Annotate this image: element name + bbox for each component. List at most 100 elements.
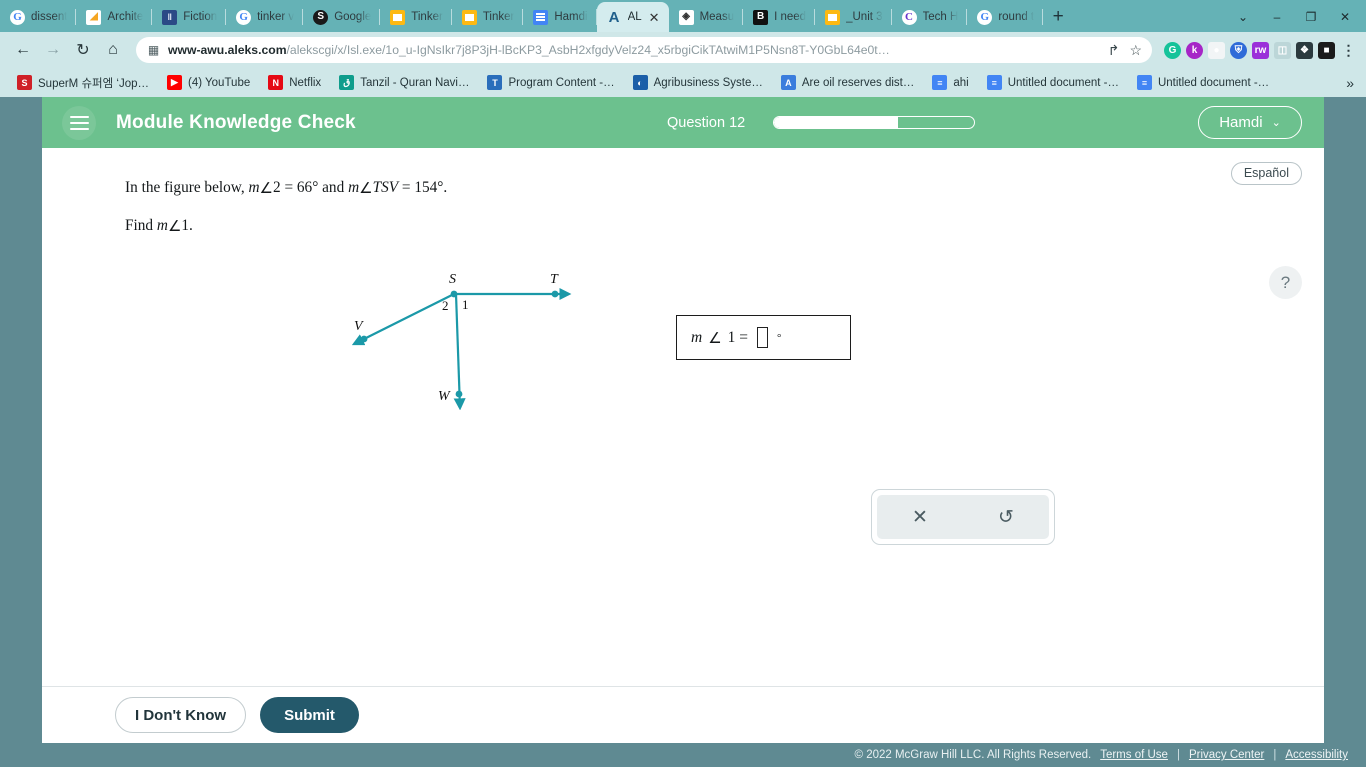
footer-link[interactable]: Terms of Use bbox=[1100, 749, 1168, 761]
url-path: /alekscgi/x/Isl.exe/1o_u-IgNsIkr7j8P3jH-… bbox=[286, 43, 890, 57]
undo-button[interactable]: ↺ bbox=[963, 495, 1049, 539]
label-angle-2: 2 bbox=[442, 298, 449, 313]
new-tab-button[interactable]: + bbox=[1043, 2, 1073, 32]
bookmark-label: ahi bbox=[953, 76, 969, 89]
bookmarks-overflow-button[interactable]: » bbox=[1346, 75, 1358, 91]
bookmark-item[interactable]: T Program Content -… bbox=[478, 75, 623, 90]
point-w bbox=[455, 390, 463, 398]
browser-tab[interactable]: Tinker bbox=[452, 2, 524, 32]
tab-title: Tinker bbox=[411, 11, 443, 23]
bookmark-item[interactable]: ≡ ahi bbox=[923, 75, 977, 90]
browser-tab[interactable]: A ALE ✕ bbox=[596, 2, 669, 32]
browser-tab[interactable]: _Unit 3 bbox=[815, 2, 892, 32]
bookmark-item[interactable]: S SuperM 슈퍼엠 ‘Jop… bbox=[8, 75, 158, 91]
back-icon[interactable]: ← bbox=[9, 36, 37, 64]
site-info-icon[interactable]: ▦ bbox=[147, 44, 160, 57]
browser-tab[interactable]: Hamdi bbox=[523, 2, 597, 32]
tab-title: _Unit 3 bbox=[846, 11, 883, 23]
bookmark-favicon: ≡ bbox=[1136, 75, 1152, 90]
bookmark-label: Program Content -… bbox=[508, 76, 615, 89]
answer-value-field[interactable] bbox=[757, 327, 769, 349]
browser-tab[interactable]: S Google bbox=[303, 2, 381, 32]
extensions-strip: Gk ● ⛨ rw ◫ ❖ ■ ⋮ bbox=[1160, 41, 1357, 59]
shield-extension[interactable]: ⛨ bbox=[1230, 41, 1247, 59]
q-text-a: In the figure below, bbox=[125, 179, 249, 196]
bookmark-item[interactable]: ≡ Untitled document -… bbox=[1128, 75, 1278, 90]
bookmark-star-icon[interactable]: ☆ bbox=[1129, 42, 1142, 59]
help-icon[interactable]: ? bbox=[1269, 266, 1302, 299]
bookmark-favicon: S bbox=[17, 75, 32, 90]
browser-tab[interactable]: Ground t bbox=[967, 2, 1043, 32]
tab-search-icon[interactable]: ⌄ bbox=[1228, 3, 1258, 31]
minimize-button[interactable]: – bbox=[1262, 3, 1292, 31]
browser-tab[interactable]: ‖ Fiction bbox=[152, 2, 226, 32]
extensions-puzzle-icon[interactable]: ❖ bbox=[1296, 41, 1313, 59]
footer-link[interactable]: Privacy Center bbox=[1189, 749, 1264, 761]
bookmark-label: Untitled document -… bbox=[1157, 76, 1270, 89]
grammarly-extension[interactable]: G bbox=[1164, 41, 1181, 59]
progress-bar bbox=[773, 116, 976, 129]
address-bar[interactable]: ▦ www-awu.aleks.com/alekscgi/x/Isl.exe/1… bbox=[136, 37, 1152, 63]
geometry-figure: S T V W 2 1 bbox=[332, 260, 582, 415]
tab-title: tinker v bbox=[257, 11, 295, 23]
bookmark-label: Agribusiness Syste… bbox=[653, 76, 763, 89]
bookmark-item[interactable]: ▶ (4) YouTube bbox=[158, 75, 259, 90]
forward-icon[interactable]: → bbox=[39, 36, 67, 64]
footer-divider: | bbox=[1273, 749, 1277, 761]
tab-title: Google bbox=[334, 11, 372, 23]
angle-symbol-icon: ∠ bbox=[708, 331, 722, 347]
submit-button[interactable]: Submit bbox=[260, 697, 359, 733]
browser-tab[interactable]: C Tech H bbox=[892, 2, 968, 32]
tab-title: ALE bbox=[627, 11, 642, 23]
bookmark-favicon: ≡ bbox=[932, 75, 948, 90]
edge-icon: C bbox=[901, 9, 917, 25]
q-text-d: = 154°. bbox=[398, 179, 448, 196]
maximize-restore-button[interactable]: ❐ bbox=[1296, 3, 1326, 31]
label-w: W bbox=[438, 389, 451, 404]
degree-symbol: ° bbox=[777, 331, 782, 344]
footer-link[interactable]: Accessibility bbox=[1285, 749, 1348, 761]
bookmark-item[interactable]: ق Tanzil - Quran Navi… bbox=[330, 75, 478, 90]
close-tab-icon[interactable]: ✕ bbox=[649, 11, 660, 24]
bookmark-item[interactable]: ≡ Untitled document -… bbox=[978, 75, 1128, 90]
home-icon[interactable]: ⌂ bbox=[99, 36, 127, 64]
user-menu-button[interactable]: Hamdi ⌄ bbox=[1198, 106, 1302, 139]
bookmark-item[interactable]: N Netflix bbox=[259, 75, 330, 90]
tinkercad-icon bbox=[825, 9, 841, 25]
bookmark-item[interactable]: ◐ Agribusiness Syste… bbox=[624, 75, 772, 90]
q-var-m2: m bbox=[348, 179, 360, 196]
close-window-button[interactable]: ✕ bbox=[1330, 3, 1360, 31]
kami-extension[interactable]: k bbox=[1186, 41, 1203, 59]
browser-tab[interactable]: ◢ Archite bbox=[76, 2, 153, 32]
tab-title: dissent bbox=[31, 11, 68, 23]
bookmark-item[interactable]: A Are oil reserves dist… bbox=[772, 75, 923, 90]
question-statement-line-1: In the figure below, m∠2 = 66° and m∠TSV… bbox=[125, 178, 447, 197]
unknown-extension[interactable]: ● bbox=[1208, 41, 1225, 59]
profile-avatar-icon[interactable]: ■ bbox=[1318, 41, 1335, 59]
reload-icon[interactable]: ↻ bbox=[69, 36, 97, 64]
browser-tab[interactable]: B I need bbox=[743, 2, 816, 32]
i-dont-know-button[interactable]: I Don't Know bbox=[115, 697, 247, 733]
tab-title: Archite bbox=[107, 11, 144, 23]
browser-tab[interactable]: Gtinker v bbox=[226, 2, 304, 32]
q-angle-name-tsv: TSV bbox=[372, 179, 399, 196]
browser-tab[interactable]: Tinker bbox=[380, 2, 452, 32]
tab-title: Fiction bbox=[183, 11, 218, 23]
answer-var-m: m bbox=[691, 328, 703, 346]
hamburger-menu-icon[interactable] bbox=[62, 105, 96, 140]
ray-sv bbox=[351, 293, 455, 346]
browser-chrome: Gdissent ◢ Archite ‖ Fiction Gtinker v S Google… bbox=[0, 0, 1366, 97]
clear-answer-button[interactable]: ✕ bbox=[877, 495, 963, 539]
browser-tab[interactable]: Gdissent bbox=[0, 2, 77, 32]
tab-title: Measu bbox=[699, 11, 735, 23]
readwrite-extension[interactable]: rw bbox=[1252, 41, 1269, 59]
faded-extension[interactable]: ◫ bbox=[1274, 41, 1291, 59]
action-bar: I Don't Know Submit bbox=[42, 686, 1324, 743]
share-icon[interactable]: ↱ bbox=[1108, 42, 1120, 59]
question-content: Español ? In the figure below, m∠2 = 66°… bbox=[42, 148, 1324, 686]
browser-tab[interactable]: ◈ Measu bbox=[669, 2, 744, 32]
answer-input-box[interactable]: m ∠ 1 = ° bbox=[676, 315, 851, 360]
chrome-menu-icon[interactable]: ⋮ bbox=[1340, 42, 1357, 59]
footer-divider: | bbox=[1176, 749, 1180, 761]
espanol-toggle-button[interactable]: Español bbox=[1230, 162, 1302, 185]
